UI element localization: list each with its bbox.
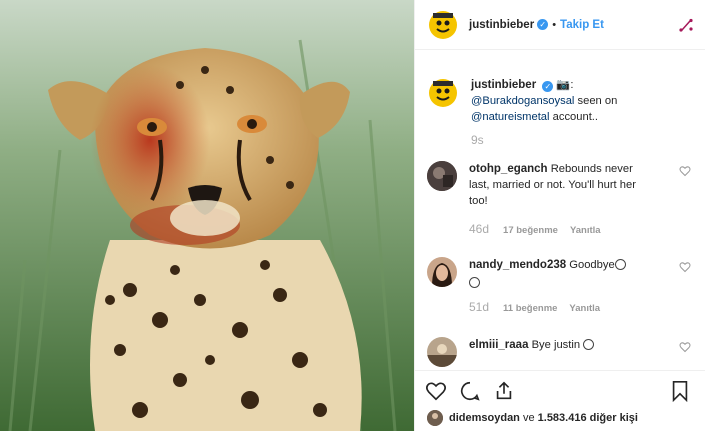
caption-username[interactable]: justinbieber xyxy=(471,79,536,91)
comment-likes[interactable]: 11 beğenme xyxy=(503,301,557,317)
more-options-icon[interactable] xyxy=(677,16,695,34)
comment-heart-icon[interactable] xyxy=(679,341,691,353)
verified-badge-icon: ✓ xyxy=(542,81,554,92)
caption-mention-1[interactable]: @Burakdogansoysal xyxy=(471,95,574,107)
author-username[interactable]: justinbieber xyxy=(469,19,534,31)
comment-time[interactable]: 46d xyxy=(469,221,489,237)
avatar-image xyxy=(427,257,457,287)
grin-emoji-icon xyxy=(469,277,480,288)
post-side-panel: justinbieber ✓ • Takip Et justinbieber ✓… xyxy=(414,0,705,431)
post-viewer: justinbieber ✓ • Takip Et justinbieber ✓… xyxy=(0,0,705,431)
caption-colon: : xyxy=(570,79,574,91)
comments-list[interactable]: justinbieber ✓ 📷: @Burakdogansoysal seen… xyxy=(415,51,705,369)
caption-time[interactable]: 9s xyxy=(471,133,693,147)
avatar-image xyxy=(429,10,457,39)
comment-username[interactable]: otohp_eganch xyxy=(469,163,548,175)
caption-text-mid: seen on xyxy=(574,95,618,107)
comment-item: elmiii_raaa Bye justin xyxy=(427,337,693,367)
comment-time[interactable]: 51d xyxy=(469,299,489,315)
grin-emoji-icon xyxy=(583,339,595,350)
comment-item: otohp_eganch Rebounds never last, marrie… xyxy=(427,161,693,239)
comment-body: elmiii_raaa Bye justin xyxy=(469,337,654,367)
liker-username[interactable]: didemsoydan xyxy=(449,412,520,424)
comment-meta: 51d 11 beğenme Yanıtla xyxy=(469,299,654,317)
comment-body: nandy_mendo238 Goodbye 51d 11 beğenme Ya… xyxy=(469,257,654,317)
header-separator: • xyxy=(552,18,557,31)
caption-text: justinbieber ✓ 📷: @Burakdogansoysal seen… xyxy=(471,77,656,125)
comment-text: Bye justin xyxy=(531,339,581,351)
caption-mention-2[interactable]: @natureismetal xyxy=(471,111,550,123)
post-header: justinbieber ✓ • Takip Et xyxy=(415,0,705,50)
caption-avatar[interactable] xyxy=(427,77,459,109)
liker-avatar[interactable] xyxy=(427,410,443,426)
post-photo[interactable] xyxy=(0,0,414,431)
comment-heart-icon[interactable] xyxy=(679,165,691,177)
comment-username[interactable]: nandy_mendo238 xyxy=(469,259,566,271)
grin-emoji-icon xyxy=(614,259,626,270)
caption: justinbieber ✓ 📷: @Burakdogansoysal seen… xyxy=(427,77,693,125)
caption-text-end: account.. xyxy=(549,111,599,123)
bookmark-icon[interactable] xyxy=(669,380,691,402)
verified-badge-icon: ✓ xyxy=(537,19,549,30)
comment-item: nandy_mendo238 Goodbye 51d 11 beğenme Ya… xyxy=(427,257,693,317)
comment-likes[interactable]: 17 beğenme xyxy=(503,223,558,239)
liked-by-line: didemsoydan ve 1.583.416 diğer kişi xyxy=(427,410,705,426)
comment-icon[interactable] xyxy=(459,380,481,402)
post-actions-bar xyxy=(415,370,705,410)
comment-heart-icon[interactable] xyxy=(679,261,691,273)
camera-emoji-icon: 📷 xyxy=(556,79,571,91)
comment-text: Goodbye xyxy=(569,259,615,271)
avatar-image xyxy=(429,79,457,107)
reply-button[interactable]: Yanıtla xyxy=(570,223,601,239)
avatar-image xyxy=(427,337,457,367)
avatar-image xyxy=(427,161,457,191)
commenter-avatar[interactable] xyxy=(427,161,457,191)
heart-icon[interactable] xyxy=(425,380,447,402)
author-avatar[interactable] xyxy=(427,8,459,41)
follow-button[interactable]: Takip Et xyxy=(560,19,604,31)
likes-count[interactable]: 1.583.416 diğer kişi xyxy=(538,412,638,424)
comment-body: otohp_eganch Rebounds never last, marrie… xyxy=(469,161,654,239)
share-icon[interactable] xyxy=(493,380,515,402)
comment-meta: 46d 17 beğenme Yanıtla xyxy=(469,221,654,239)
cheetah-photo xyxy=(0,0,414,431)
comment-username[interactable]: elmiii_raaa xyxy=(469,339,528,351)
commenter-avatar[interactable] xyxy=(427,257,457,287)
commenter-avatar[interactable] xyxy=(427,337,457,367)
liked-by-connector: ve xyxy=(519,412,538,424)
reply-button[interactable]: Yanıtla xyxy=(569,301,600,317)
